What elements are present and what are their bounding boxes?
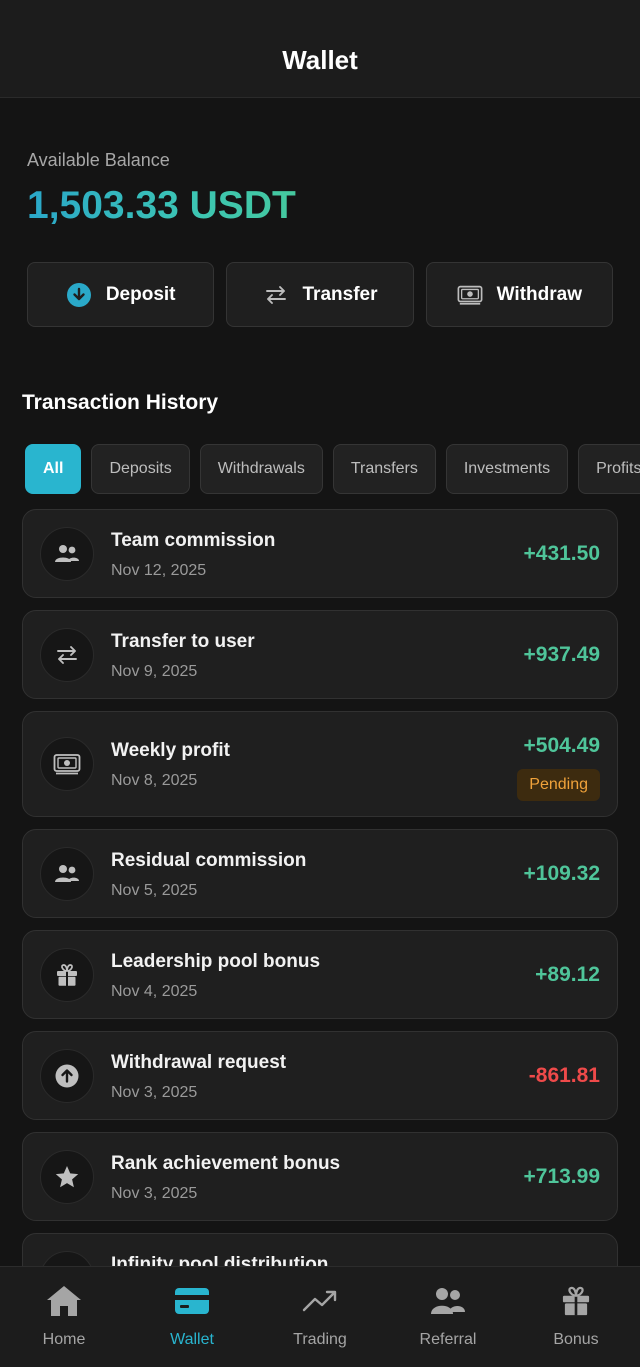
nav-bonus[interactable]: Bonus xyxy=(512,1267,640,1367)
arrow-up-circle-icon xyxy=(40,1049,94,1103)
trending-up-icon xyxy=(300,1283,340,1319)
nav-bonus-label: Bonus xyxy=(553,1331,599,1348)
deposit-button[interactable]: Deposit xyxy=(27,262,215,327)
transfer-label: Transfer xyxy=(302,283,378,305)
filter-profits[interactable]: Profits xyxy=(578,444,640,494)
transaction-title: Weekly profit xyxy=(111,740,230,761)
transaction-title: Rank achievement bonus xyxy=(111,1153,341,1174)
transaction-row[interactable]: Team commission Nov 12, 2025 +431.50 xyxy=(22,509,618,598)
nav-trading-label: Trading xyxy=(293,1331,347,1348)
transaction-amount: +937.49 xyxy=(523,643,601,666)
transaction-amount: +89.12 xyxy=(535,963,600,986)
transaction-amount: +504.49 xyxy=(523,734,601,757)
arrows-exchange-icon xyxy=(40,628,94,682)
transaction-amount: -861.81 xyxy=(528,1064,600,1087)
cash-icon xyxy=(40,737,94,791)
transaction-amount: +431.50 xyxy=(523,542,601,565)
nav-home-label: Home xyxy=(42,1331,86,1348)
wallet-icon xyxy=(172,1283,212,1319)
filter-investments[interactable]: Investments xyxy=(445,444,569,494)
users-icon xyxy=(40,527,94,581)
filter-all[interactable]: All xyxy=(25,444,82,494)
transaction-title: Residual commission xyxy=(111,850,307,871)
transaction-row[interactable]: Weekly profit Nov 8, 2025 +504.49 Pendin… xyxy=(22,711,618,817)
action-buttons: Deposit Transfer Withdraw xyxy=(27,262,613,327)
nav-wallet[interactable]: Wallet xyxy=(128,1267,256,1367)
nav-referral-label: Referral xyxy=(419,1331,477,1348)
nav-home[interactable]: Home xyxy=(0,1267,128,1367)
wallet-screen: Wallet Available Balance 1,503.33 USDT D… xyxy=(0,0,640,1367)
filter-deposits[interactable]: Deposits xyxy=(91,444,190,494)
transfer-button[interactable]: Transfer xyxy=(226,262,414,327)
filter-chips: All Deposits Withdrawals Transfers Investmen… xyxy=(25,444,640,494)
filter-withdrawals[interactable]: Withdrawals xyxy=(199,444,323,494)
users-icon xyxy=(428,1283,468,1319)
transaction-title: Transfer to user xyxy=(111,631,255,652)
balance-label: Available Balance xyxy=(27,150,170,170)
nav-referral[interactable]: Referral xyxy=(384,1267,512,1367)
transaction-title: Team commission xyxy=(111,530,276,551)
transaction-amount: +713.99 xyxy=(523,1165,601,1188)
transaction-date: Nov 12, 2025 xyxy=(111,562,207,579)
users-icon xyxy=(40,847,94,901)
transaction-row[interactable]: Withdrawal request Nov 3, 2025 -861.81 xyxy=(22,1031,618,1120)
transaction-amount: +109.32 xyxy=(523,862,601,885)
top-bar: Wallet xyxy=(0,0,640,98)
gift-icon xyxy=(40,948,94,1002)
cash-icon xyxy=(457,282,483,308)
arrows-exchange-icon xyxy=(263,282,289,308)
transaction-row[interactable]: Rank achievement bonus Nov 3, 2025 +713.… xyxy=(22,1132,618,1221)
filter-transfers[interactable]: Transfers xyxy=(332,444,436,494)
transaction-row[interactable]: Transfer to user Nov 9, 2025 +937.49 xyxy=(22,610,618,699)
nav-trading[interactable]: Trading xyxy=(256,1267,384,1367)
star-icon xyxy=(40,1150,94,1204)
page-title: Wallet xyxy=(282,45,358,75)
transaction-row[interactable]: Leadership pool bonus Nov 4, 2025 +89.12 xyxy=(22,930,618,1019)
transaction-date: Nov 9, 2025 xyxy=(111,663,198,680)
transaction-history-title: Transaction History xyxy=(22,391,219,414)
transaction-row[interactable]: Residual commission Nov 5, 2025 +109.32 xyxy=(22,829,618,918)
transaction-date: Nov 3, 2025 xyxy=(111,1185,198,1202)
withdraw-label: Withdraw xyxy=(496,283,582,305)
transaction-title: Withdrawal request xyxy=(111,1052,287,1073)
bottom-navigation: Home Wallet Trading Referral Bonus xyxy=(0,1266,640,1367)
download-circle-icon xyxy=(66,282,92,308)
balance-value: 1,503.33 USDT xyxy=(27,184,296,227)
nav-wallet-label: Wallet xyxy=(170,1331,214,1348)
status-badge: Pending xyxy=(517,769,600,801)
transaction-date: Nov 8, 2025 xyxy=(111,772,198,789)
transaction-list: Team commission Nov 12, 2025 +431.50 Tra… xyxy=(22,509,618,1334)
deposit-label: Deposit xyxy=(105,283,176,305)
withdraw-button[interactable]: Withdraw xyxy=(425,262,613,327)
transaction-date: Nov 3, 2025 xyxy=(111,1084,198,1101)
gift-icon xyxy=(556,1283,596,1319)
home-icon xyxy=(44,1283,84,1319)
transaction-title: Leadership pool bonus xyxy=(111,951,321,972)
transaction-date: Nov 4, 2025 xyxy=(111,983,198,1000)
transaction-date: Nov 5, 2025 xyxy=(111,882,198,899)
